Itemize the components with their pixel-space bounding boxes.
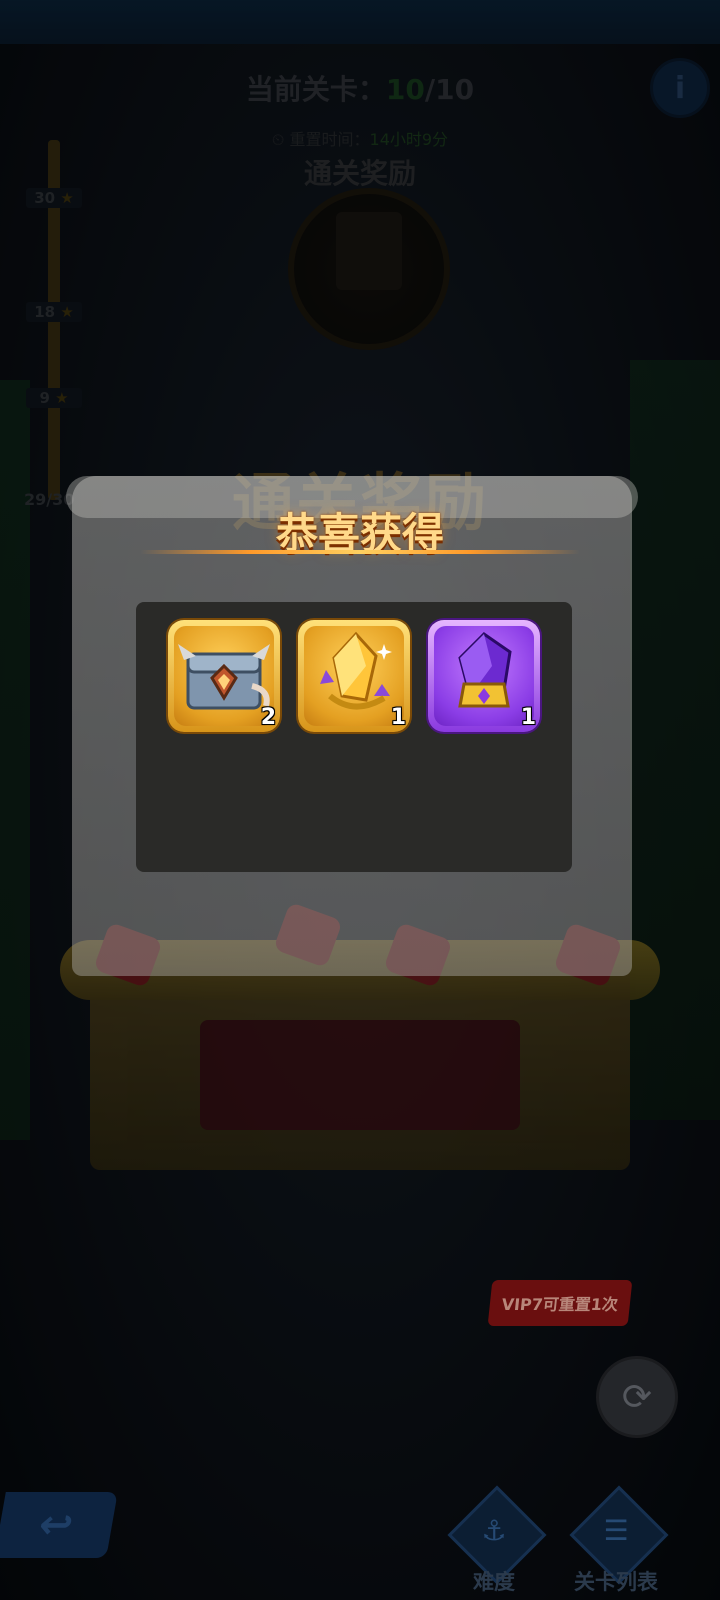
reward-item[interactable]: 2 bbox=[168, 620, 280, 732]
difficulty-button[interactable]: ⚓ 难度 bbox=[446, 1485, 547, 1596]
item-count: 2 bbox=[260, 705, 276, 730]
list-icon: ☰ bbox=[603, 1514, 629, 1547]
armor-chest-icon bbox=[178, 644, 270, 710]
title-glow-divider bbox=[140, 550, 580, 554]
anchor-icon: ⚓ bbox=[481, 1514, 507, 1547]
refresh-icon: ⟳ bbox=[621, 1376, 653, 1418]
item-count: 1 bbox=[390, 705, 406, 730]
item-count: 1 bbox=[520, 705, 536, 730]
back-button[interactable]: ↩ bbox=[0, 1492, 118, 1558]
refresh-button[interactable]: ⟳ bbox=[596, 1356, 678, 1438]
vip-reset-button[interactable]: VIP7可重置1次 bbox=[487, 1280, 633, 1326]
reward-items: 2 1 1 bbox=[168, 620, 552, 740]
reward-item[interactable]: 1 bbox=[428, 620, 540, 732]
back-arrow-icon: ↩ bbox=[35, 1502, 77, 1548]
level-list-button[interactable]: ☰ 关卡列表 bbox=[568, 1485, 669, 1596]
level-list-label: 关卡列表 bbox=[574, 1570, 658, 1594]
reward-item[interactable]: 1 bbox=[298, 620, 410, 732]
purple-gem-icon bbox=[458, 632, 512, 708]
gold-crystal-icon bbox=[320, 631, 392, 710]
difficulty-label: 难度 bbox=[473, 1570, 515, 1594]
chest-inner bbox=[200, 1020, 520, 1130]
